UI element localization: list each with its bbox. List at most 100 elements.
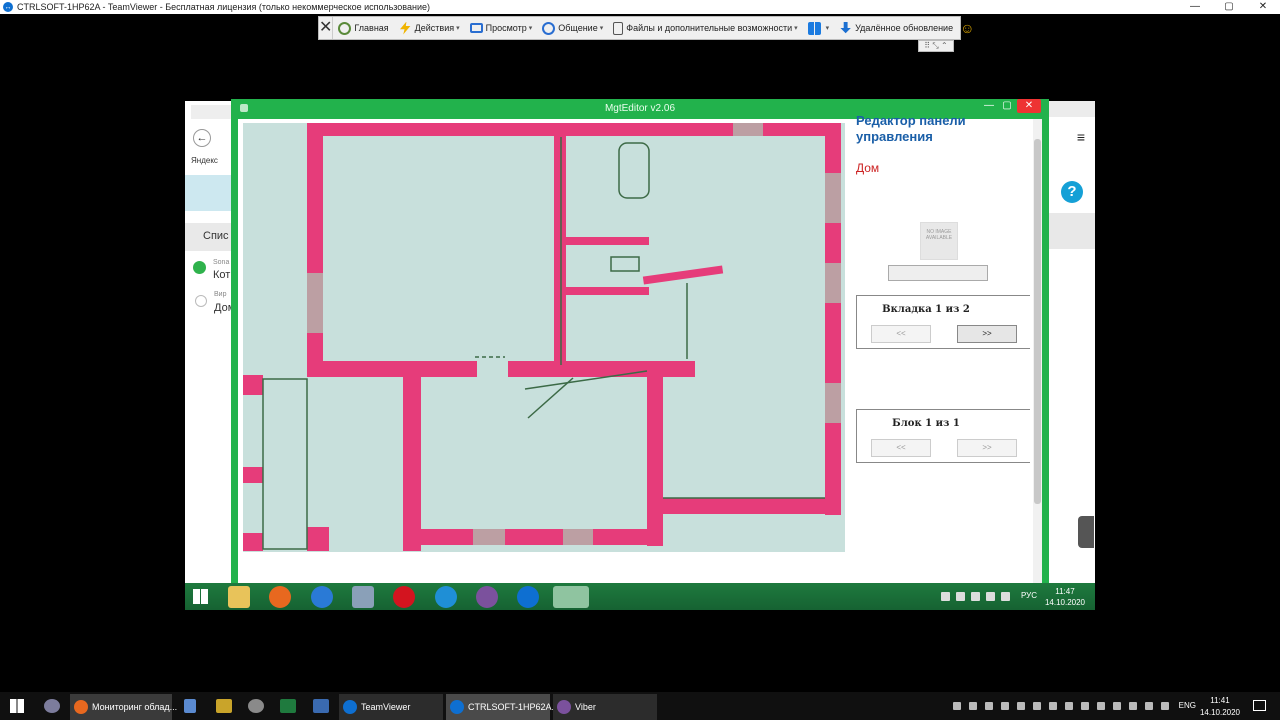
- taskbar-app-teamviewer[interactable]: TeamViewer: [339, 694, 443, 720]
- taskbar-app-monitoring[interactable]: Мониторинг облад...: [70, 694, 177, 720]
- tab-prev-button[interactable]: <<: [871, 325, 931, 343]
- firefox-icon[interactable]: [269, 586, 291, 608]
- tab-next-button[interactable]: >>: [957, 325, 1017, 343]
- remote-right-panel: [1049, 213, 1095, 249]
- local-tray-icon-1[interactable]: [953, 702, 961, 710]
- local-tray-icon-8[interactable]: [1065, 702, 1073, 710]
- file-explorer-icon[interactable]: [228, 586, 250, 608]
- view-label: Просмотр: [485, 23, 527, 33]
- edge-legacy-icon[interactable]: [311, 586, 333, 608]
- tray-icon-4[interactable]: [986, 592, 995, 601]
- edge-icon[interactable]: [435, 586, 457, 608]
- local-app-icon-4[interactable]: [248, 699, 264, 713]
- local-tray-icon-7[interactable]: [1049, 702, 1057, 710]
- remote-clock[interactable]: 11:47 14.10.2020: [1045, 586, 1085, 608]
- windows-menu[interactable]: ▾: [803, 17, 835, 39]
- actions-menu[interactable]: Действия ▾: [394, 17, 465, 39]
- remote-language[interactable]: РУС: [1021, 591, 1037, 600]
- local-start-icon[interactable]: [10, 699, 24, 713]
- tray-icon-1[interactable]: [941, 592, 950, 601]
- close-button[interactable]: ✕: [1246, 0, 1280, 14]
- tab-counter: Вкладка 1 из 2: [882, 304, 970, 315]
- taskbar-app-label: TeamViewer: [361, 702, 411, 712]
- local-tray-icon-3[interactable]: [985, 702, 993, 710]
- panel-title: Редактор панели управления: [856, 113, 966, 144]
- files-label: Файлы и дополнительные возможности: [626, 23, 793, 33]
- taskbar-app-label: Viber: [575, 702, 596, 712]
- local-volume-icon[interactable]: [1161, 702, 1169, 710]
- local-language[interactable]: ENG: [1179, 701, 1196, 710]
- teamviewer-taskbar-icon[interactable]: [517, 586, 539, 608]
- image-name-field[interactable]: [888, 265, 988, 281]
- vertical-scrollbar[interactable]: [1033, 119, 1042, 583]
- local-tray-icon-9[interactable]: [1081, 702, 1089, 710]
- teamviewer-side-widget[interactable]: [1078, 516, 1094, 548]
- local-app-icon-5[interactable]: [313, 699, 329, 713]
- remote-update-button[interactable]: Удалённое обновление: [834, 17, 958, 39]
- local-tray-icon-2[interactable]: [969, 702, 977, 710]
- close-session-button[interactable]: ✕: [319, 17, 334, 39]
- maximize-button[interactable]: ▢: [1212, 0, 1246, 14]
- home-menu[interactable]: Главная: [333, 17, 393, 39]
- calculator-icon[interactable]: [352, 586, 374, 608]
- floor-plan-image[interactable]: [243, 123, 845, 552]
- mgteditor-window: MgtEditor v2.06 — ▢ ✕ Редактор панели уп…: [231, 99, 1049, 583]
- object-name: Дом: [856, 161, 880, 175]
- local-clock[interactable]: 11:41 14.10.2020: [1200, 695, 1240, 719]
- local-app-icon-2[interactable]: [184, 699, 196, 713]
- mgteditor-taskbar-icon[interactable]: [553, 586, 589, 608]
- local-tray-icon-4[interactable]: [1001, 702, 1009, 710]
- chrome-icon: [74, 700, 88, 714]
- taskbar-app-remote-session[interactable]: CTRLSOFT-1HP62A...: [446, 694, 559, 720]
- block-next-button[interactable]: >>: [957, 439, 1017, 457]
- opera-icon[interactable]: [393, 586, 415, 608]
- local-app-icon-1[interactable]: [44, 699, 60, 713]
- notifications-icon[interactable]: [1253, 700, 1266, 711]
- control-panel-editor: Редактор панели управления Дом NO IMAGE …: [850, 113, 1035, 583]
- menu-icon[interactable]: ≡: [1077, 129, 1085, 145]
- bluetooth-icon[interactable]: [1097, 702, 1105, 710]
- local-tray-icon-6[interactable]: [1033, 702, 1041, 710]
- windows-icon: [807, 21, 821, 35]
- help-icon[interactable]: ?: [1061, 181, 1083, 203]
- excel-icon[interactable]: [280, 699, 296, 713]
- home-icon: [338, 21, 352, 35]
- mgt-minimize-button[interactable]: —: [979, 99, 999, 113]
- teamviewer-icon: [450, 700, 464, 714]
- scrollbar-thumb[interactable]: [1034, 139, 1041, 504]
- remote-left-strip: ← Яндекс Спис Sona Кот Вир Дом: [185, 101, 235, 610]
- mgt-maximize-button[interactable]: ▢: [997, 99, 1017, 113]
- local-tray-icon-10[interactable]: [1113, 702, 1121, 710]
- local-app-icon-3[interactable]: [216, 699, 232, 713]
- local-tray-icon-11[interactable]: [1129, 702, 1137, 710]
- feedback-smiley-icon[interactable]: ☺: [960, 20, 974, 36]
- communication-label: Общение: [558, 23, 598, 33]
- local-tray-icon-5[interactable]: [1017, 702, 1025, 710]
- tray-icon-2[interactable]: [956, 592, 965, 601]
- view-menu[interactable]: Просмотр ▾: [465, 17, 538, 39]
- tray-icon-3[interactable]: [971, 592, 980, 601]
- no-image-placeholder: NO IMAGE AVAILABLE: [920, 222, 958, 260]
- viber-icon[interactable]: [476, 586, 498, 608]
- taskbar-app-viber[interactable]: Viber: [553, 694, 657, 720]
- block-prev-button[interactable]: <<: [871, 439, 931, 457]
- download-icon: [840, 21, 851, 34]
- radio-icon[interactable]: [195, 295, 207, 307]
- tab-navigator: Вкладка 1 из 2 << >>: [856, 295, 1030, 349]
- taskbar-app-label: CTRLSOFT-1HP62A...: [468, 702, 560, 712]
- bookmark-yandex[interactable]: Яндекс: [191, 156, 218, 165]
- teamviewer-icon: ↔: [3, 2, 13, 12]
- lightning-icon: [399, 21, 411, 35]
- remote-right-titlebar: [1049, 101, 1095, 117]
- item-label[interactable]: Кот: [213, 269, 230, 281]
- windows-start-icon[interactable]: [193, 589, 208, 604]
- mgt-close-button[interactable]: ✕: [1017, 99, 1041, 113]
- no-image-text: NO IMAGE AVAILABLE: [925, 229, 953, 241]
- toolbar-pin-controls[interactable]: ⠿ ⤡ ⌃: [918, 40, 954, 52]
- wifi-icon[interactable]: [1145, 702, 1153, 710]
- volume-icon[interactable]: [1001, 592, 1010, 601]
- minimize-button[interactable]: —: [1178, 0, 1212, 14]
- communication-menu[interactable]: Общение ▾: [537, 17, 608, 39]
- files-menu[interactable]: Файлы и дополнительные возможности ▾: [608, 17, 802, 39]
- back-arrow-icon[interactable]: ←: [193, 129, 211, 147]
